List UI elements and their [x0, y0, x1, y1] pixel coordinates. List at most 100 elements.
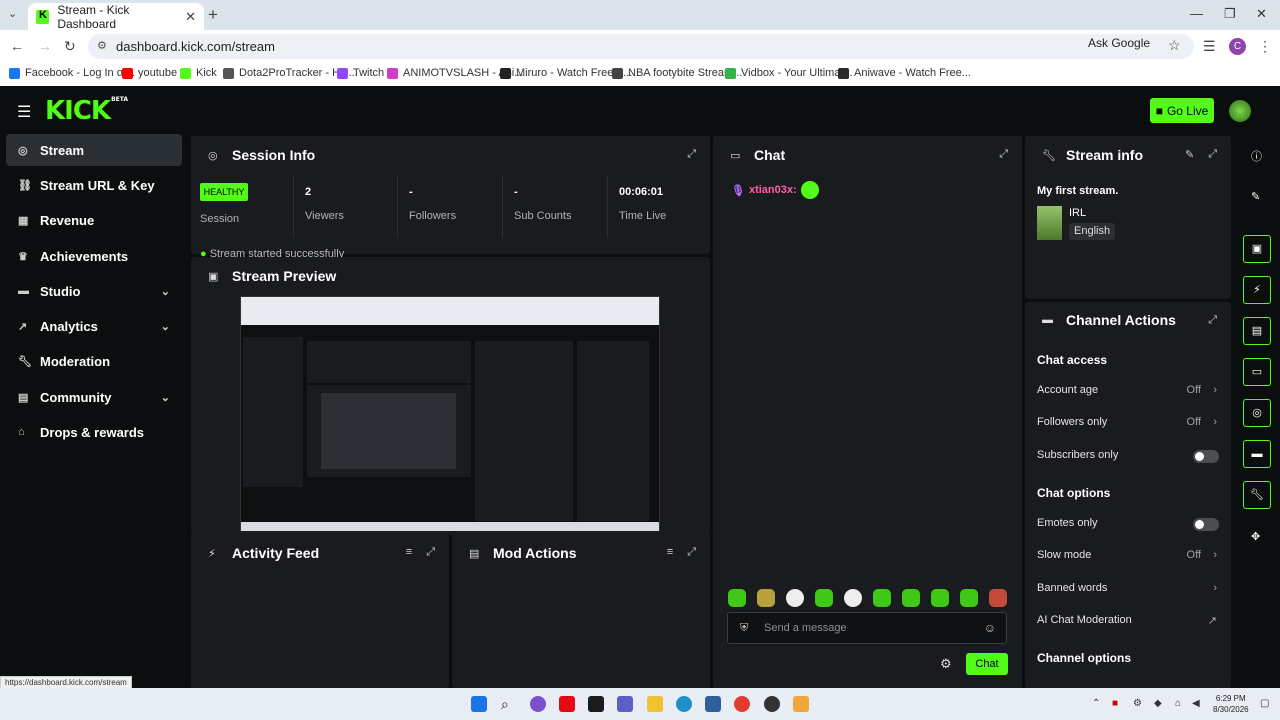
subscribers-only-toggle[interactable] — [1193, 450, 1219, 463]
tray-app-icon[interactable]: ◆ — [1154, 698, 1162, 709]
profile-avatar[interactable]: C — [1229, 38, 1246, 55]
network-icon[interactable]: ⌂ — [1175, 698, 1181, 709]
emote-icon[interactable] — [960, 589, 978, 607]
close-tab-icon[interactable]: ✕ — [185, 9, 196, 25]
sidebar-item-community[interactable]: ▤ Community ⌄ — [6, 381, 182, 413]
sidebar-item-moderation[interactable]: 🔧︎ Moderation — [6, 345, 182, 377]
app-icon[interactable] — [793, 696, 809, 712]
edge-icon[interactable] — [676, 696, 692, 712]
ai-chat-moderation-row[interactable]: AI Chat Moderation ↗ — [1037, 614, 1219, 630]
emote-icon[interactable] — [844, 589, 862, 607]
sidebar-item-achievements[interactable]: ♛ Achievements — [6, 240, 182, 272]
windows-start-icon[interactable] — [471, 696, 487, 712]
expand-icon[interactable]: ⤢ — [999, 148, 1008, 161]
menu-icon[interactable]: ☰ — [17, 102, 31, 122]
emote-icon[interactable] — [931, 589, 949, 607]
teams-icon[interactable] — [617, 696, 633, 712]
tab-search-icon[interactable]: ⌄ — [8, 7, 17, 20]
emote-icon[interactable] — [728, 589, 746, 607]
forward-icon[interactable]: → — [38, 38, 52, 54]
bookmark-item[interactable]: NBA footybite Stream... — [612, 67, 742, 79]
store-icon[interactable] — [705, 696, 721, 712]
emote-icon[interactable] — [815, 589, 833, 607]
browser-tab[interactable]: Stream - Kick Dashboard ✕ — [28, 3, 204, 31]
emote-icon[interactable] — [902, 589, 920, 607]
chat-settings-icon[interactable]: ⚙ — [940, 656, 952, 672]
bookmark-item[interactable]: Kick — [180, 67, 217, 79]
file-explorer-icon[interactable] — [647, 696, 663, 712]
bookmark-item[interactable]: Facebook - Log In or... — [9, 67, 135, 79]
followers-only-row[interactable]: Followers only Off › — [1037, 416, 1219, 432]
bookmark-star-icon[interactable]: ☆ — [1168, 37, 1181, 54]
go-live-button[interactable]: ■ Go Live — [1150, 98, 1214, 123]
close-window-icon[interactable]: ✕ — [1256, 6, 1267, 22]
sidebar-item-revenue[interactable]: ▦ Revenue — [6, 204, 182, 236]
account-age-row[interactable]: Account age Off › — [1037, 384, 1219, 400]
sidebar-item-stream-url-key[interactable]: ⛓ Stream URL & Key — [6, 169, 182, 201]
url-field[interactable]: ⚙ dashboard.kick.com/stream — [88, 34, 1194, 59]
emote-icon[interactable] — [786, 589, 804, 607]
emote-icon[interactable] — [873, 589, 891, 607]
emoji-icon[interactable]: ☺ — [984, 621, 996, 635]
slow-mode-row[interactable]: Slow mode Off › — [1037, 549, 1219, 565]
tray-chevron-icon[interactable]: ⌃ — [1092, 698, 1100, 709]
rail-chat-button[interactable]: ▭ — [1243, 358, 1271, 386]
media-icon[interactable]: ☰ — [1203, 38, 1216, 55]
chevron-right-icon: › — [1213, 416, 1217, 428]
stream-preview-video[interactable] — [240, 296, 660, 531]
emote-icon[interactable] — [757, 589, 775, 607]
search-icon[interactable]: ⌕ — [501, 696, 517, 712]
info-icon[interactable]: ⓘ — [1251, 148, 1262, 164]
notifications-icon[interactable]: ▢ — [1260, 698, 1269, 709]
chat-username[interactable]: xtian03x: — [749, 184, 797, 196]
filter-icon[interactable]: ≡ — [667, 546, 673, 559]
rail-session-button[interactable]: ◎ — [1243, 399, 1271, 427]
edit-icon[interactable]: ✎ — [1185, 148, 1194, 161]
expand-icon[interactable]: ⤢ — [687, 546, 696, 559]
sidebar-item-analytics[interactable]: ↗ Analytics ⌄ — [6, 310, 182, 342]
kick-logo[interactable]: KICKBETA — [45, 96, 128, 126]
bookmark-item[interactable]: Twitch — [337, 67, 384, 79]
obs-icon[interactable] — [764, 696, 780, 712]
expand-icon[interactable]: ⤢ — [1208, 148, 1217, 161]
back-icon[interactable]: ← — [10, 38, 24, 54]
steam-icon[interactable]: ⚙ — [1133, 698, 1142, 709]
rail-activity-button[interactable]: ⚡︎ — [1243, 276, 1271, 304]
app-icon[interactable] — [588, 696, 604, 712]
new-tab-icon[interactable]: + — [208, 5, 218, 25]
rail-stream-info-button[interactable]: 🔧︎ — [1243, 481, 1271, 509]
sidebar-item-stream[interactable]: ◎ Stream — [6, 134, 182, 166]
expand-icon[interactable]: ⤢ — [426, 546, 435, 559]
emote-icon[interactable] — [989, 589, 1007, 607]
tray-app-icon[interactable]: ■ — [1112, 698, 1118, 709]
minimize-icon[interactable]: — — [1190, 6, 1203, 21]
sidebar-item-drops-rewards[interactable]: ⌂ Drops & rewards — [6, 416, 182, 448]
layout-icon[interactable]: ✥ — [1251, 530, 1260, 543]
chrome-icon[interactable] — [734, 696, 750, 712]
rail-mod-actions-button[interactable]: ▤ — [1243, 317, 1271, 345]
netflix-icon[interactable] — [559, 696, 575, 712]
system-clock[interactable]: 6:29 PM 8/30/2026 — [1213, 693, 1249, 715]
bookmark-item[interactable]: Vidbox - Your Ultimat... — [725, 67, 853, 79]
chat-message-input[interactable]: ⛨ Send a message ☺ — [727, 612, 1007, 644]
restore-icon[interactable]: ❐ — [1224, 6, 1236, 22]
emotes-only-toggle[interactable] — [1193, 518, 1219, 531]
bookmark-item[interactable]: Aniwave - Watch Free... — [838, 67, 971, 79]
sidebar-item-studio[interactable]: ▬ Studio ⌄ — [6, 275, 182, 307]
expand-icon[interactable]: ⤢ — [687, 148, 696, 161]
chat-send-button[interactable]: Chat — [966, 653, 1008, 675]
volume-icon[interactable]: ◀︎ — [1192, 698, 1200, 709]
rail-preview-button[interactable]: ▣ — [1243, 235, 1271, 263]
user-avatar[interactable] — [1229, 100, 1251, 122]
rail-channel-actions-button[interactable]: ▬ — [1243, 440, 1271, 468]
banned-words-row[interactable]: Banned words › — [1037, 582, 1219, 598]
expand-icon[interactable]: ⤢ — [1208, 314, 1217, 327]
site-info-icon[interactable]: ⚙ — [97, 34, 107, 59]
reload-icon[interactable]: ↻ — [64, 38, 76, 55]
ask-google-button[interactable]: Ask Google — [1088, 36, 1150, 50]
filter-icon[interactable]: ≡ — [406, 546, 412, 559]
viber-icon[interactable] — [530, 696, 546, 712]
bookmark-item[interactable]: youtube — [122, 67, 177, 79]
edit-icon[interactable]: ✎ — [1251, 190, 1260, 203]
browser-menu-icon[interactable]: ⋮ — [1258, 38, 1272, 55]
